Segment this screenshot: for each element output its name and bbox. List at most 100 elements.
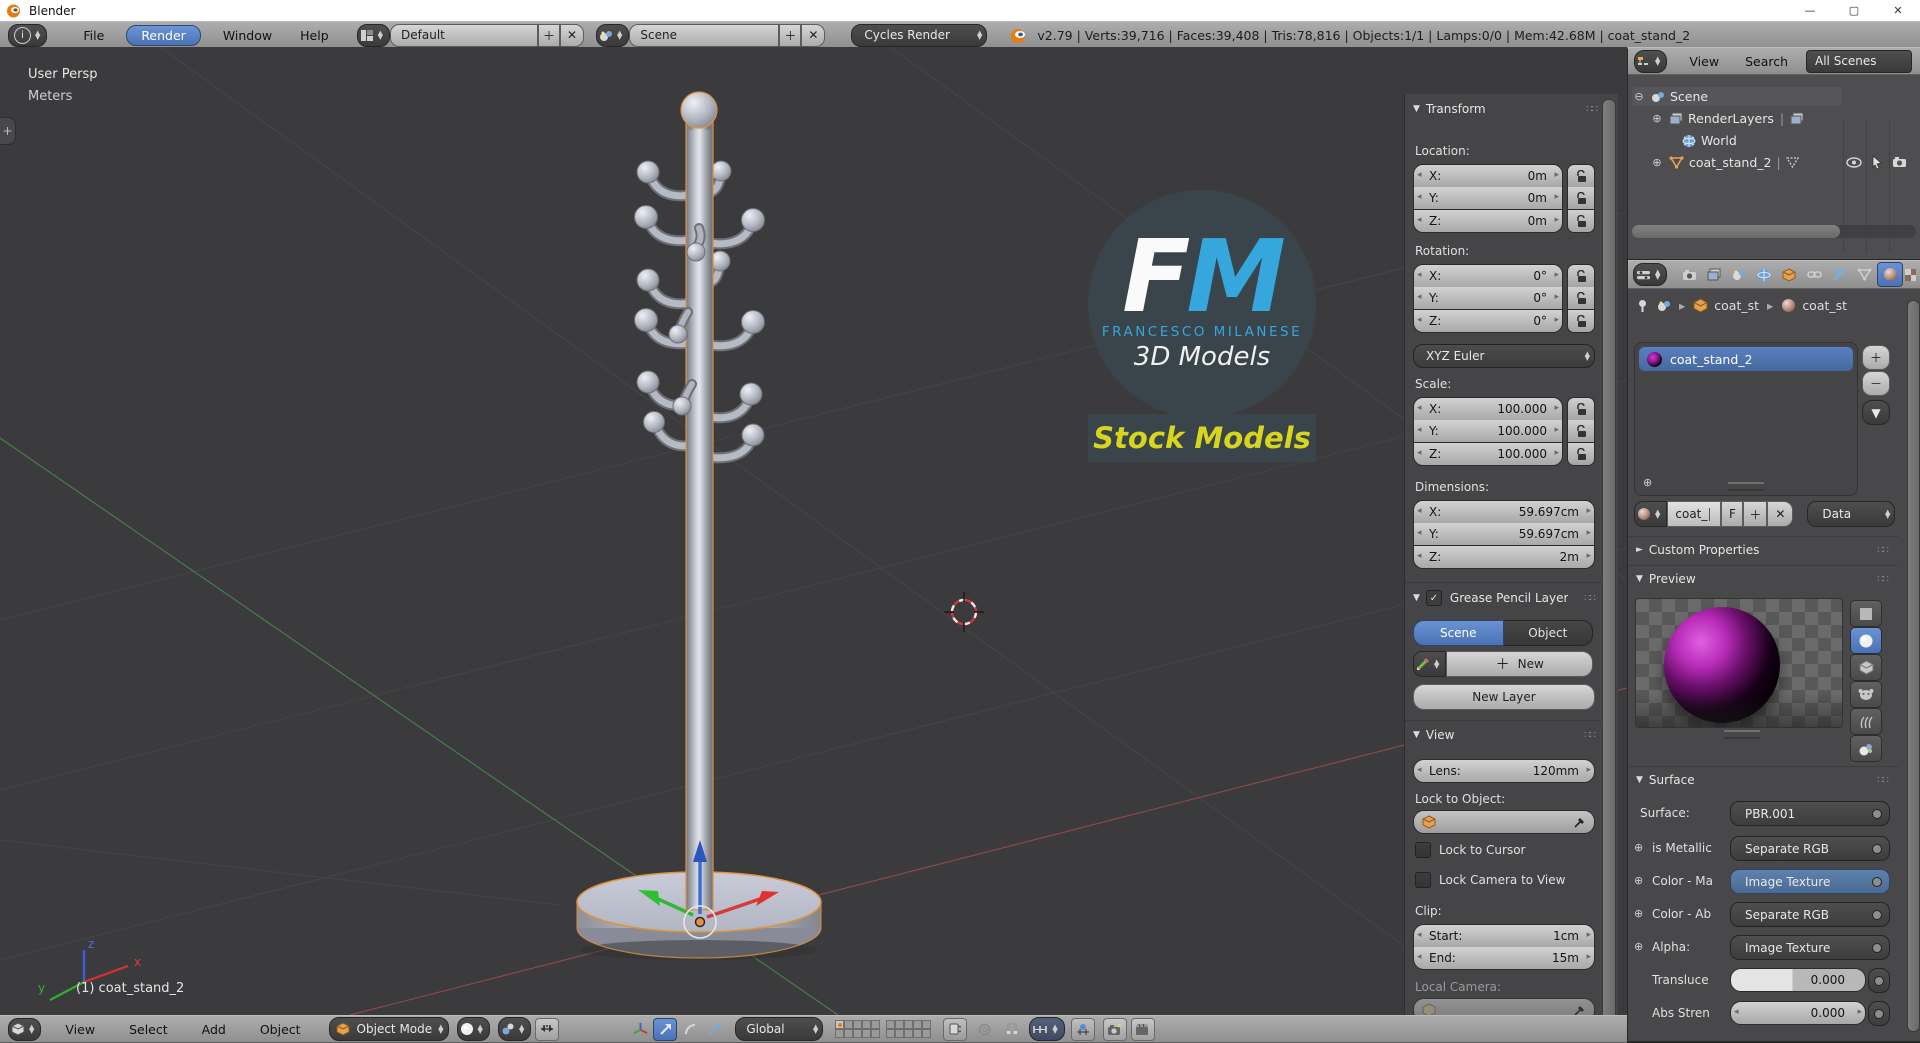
gpencil-datablock-select[interactable]: ▲ ▼ (1413, 651, 1447, 677)
outliner-item-renderlayers[interactable]: ⊕ RenderLayers | (1650, 109, 1842, 128)
panel-header-custom-properties[interactable]: ► Custom Properties ∷∷ (1636, 543, 1894, 557)
selectability-cursor-icon[interactable] (1871, 155, 1883, 169)
viewport-menu-add[interactable]: Add (196, 1022, 232, 1037)
panel-header-surface[interactable]: ▼ Surface ∷∷ (1636, 773, 1894, 787)
lens-field[interactable]: ◂ Lens: 120mm ▸ (1413, 759, 1595, 783)
lock-to-cursor-row[interactable]: Lock to Cursor (1415, 842, 1525, 858)
snap-target-button[interactable] (1070, 1017, 1095, 1041)
outliner-scrollbar[interactable] (1632, 225, 1916, 238)
gpencil-scene-tab[interactable]: Scene (1413, 620, 1504, 646)
preview-sphere-button[interactable] (1850, 627, 1882, 654)
layout-name-field[interactable]: Default (390, 23, 539, 47)
lock-camera-checkbox[interactable] (1415, 872, 1431, 888)
lock-rotation-z-button[interactable] (1567, 310, 1595, 333)
maximize-button[interactable]: ▢ (1832, 1, 1876, 21)
opengl-render-animation-button[interactable] (1130, 1017, 1155, 1041)
mode-select[interactable]: Object Mode ▲ ▼ (328, 1017, 449, 1041)
pivot-point-select[interactable]: ▲ ▼ (497, 1017, 532, 1041)
expand-expander-icon[interactable]: ⊕ (1650, 156, 1664, 169)
pivot-align-toggle[interactable] (535, 1017, 560, 1041)
manipulator-scale-button[interactable] (703, 1019, 725, 1040)
menu-help[interactable]: Help (294, 28, 335, 43)
minimize-button[interactable]: — (1788, 1, 1832, 21)
scale-x-field[interactable]: ◂ X: 100.000 ▸ (1413, 397, 1563, 421)
preview-cube-button[interactable] (1850, 654, 1882, 681)
mesh-data-icon[interactable] (1785, 157, 1799, 168)
new-layer-button[interactable]: New Layer (1413, 684, 1595, 710)
viewport-menu-object[interactable]: Object (254, 1022, 307, 1037)
layers-group-1[interactable] (835, 1020, 881, 1038)
layers-group-2[interactable] (886, 1020, 932, 1038)
viewport-canvas[interactable]: z x y (0, 47, 1627, 1015)
panel-header-grease-pencil[interactable]: ▼ ✓ Grease Pencil Layer ∷∷ (1413, 590, 1601, 606)
lock-to-cursor-checkbox[interactable] (1415, 842, 1431, 858)
node-socket-icon[interactable] (1872, 808, 1882, 819)
scene-delete-button[interactable]: ✕ (801, 23, 826, 47)
material-slot-remove-button[interactable]: － (1862, 371, 1890, 396)
npanel-scrollbar[interactable] (1602, 99, 1616, 1015)
scene-icon[interactable] (1657, 299, 1671, 312)
outliner-item-world[interactable]: World (1668, 131, 1842, 150)
outliner-menu-search[interactable]: Search (1739, 54, 1794, 69)
preview-flat-button[interactable] (1850, 600, 1882, 627)
lock-to-scene-toggle[interactable] (943, 1017, 968, 1041)
expand-socket-icon[interactable]: ⊕ (1634, 907, 1643, 920)
layout-delete-button[interactable]: ✕ (560, 23, 585, 47)
properties-scrollbar[interactable] (1907, 300, 1920, 1032)
manipulator-axis-button[interactable] (629, 1019, 651, 1040)
outliner-item-coat-stand[interactable]: ⊕ coat_stand_2 | (1650, 153, 1842, 172)
lock-scale-z-button[interactable] (1567, 443, 1595, 466)
renderlayers-data-icon[interactable] (1790, 112, 1804, 125)
manipulator-translate-button[interactable] (653, 1017, 678, 1041)
dimension-x-field[interactable]: ◂ X: 59.697cm ▸ (1413, 500, 1595, 524)
scale-z-field[interactable]: ◂ Z: 100.000 ▸ (1413, 443, 1563, 466)
layout-add-button[interactable]: ＋ (538, 23, 561, 47)
manipulator-rotate-button[interactable] (679, 1019, 701, 1040)
tab-world[interactable] (1752, 263, 1776, 286)
viewport-menu-view[interactable]: View (59, 1022, 101, 1037)
preview-world-sphere-button[interactable] (1850, 735, 1882, 762)
layout-selector-icon-button[interactable]: ▲ ▼ (356, 23, 391, 47)
panel-header-transform[interactable]: ▼ Transform ∷∷ (1413, 102, 1603, 116)
translucency-socket-button[interactable] (1868, 968, 1890, 993)
collapse-expander-icon[interactable]: ⊖ (1632, 90, 1646, 103)
is-metallic-select[interactable]: Separate RGB (1730, 836, 1890, 861)
lock-location-z-button[interactable] (1567, 210, 1595, 233)
scale-y-field[interactable]: ◂ Y: 100.000 ▸ (1413, 420, 1563, 443)
grease-pencil-checkbox[interactable]: ✓ (1425, 590, 1442, 606)
coat-stand-model[interactable] (576, 91, 822, 960)
object-cube-icon[interactable] (1693, 298, 1708, 313)
viewport-editor-select[interactable]: ▲ ▼ (8, 1017, 42, 1041)
eyedropper-icon[interactable] (1573, 816, 1586, 829)
material-slot-list[interactable]: coat_stand_2 ⊕ (1634, 342, 1858, 496)
material-new-button[interactable]: ＋ (1743, 501, 1768, 527)
location-x-field[interactable]: ◂ X: 0m ▸ (1413, 164, 1563, 188)
lock-rotation-y-button[interactable] (1567, 287, 1595, 310)
location-y-field[interactable]: ◂ Y: 0m ▸ (1413, 187, 1563, 210)
menu-render[interactable]: Render (126, 24, 201, 46)
toolshelf-expand-tab[interactable]: + (0, 117, 16, 145)
breadcrumb-object[interactable]: coat_st (1714, 298, 1759, 313)
preview-resize-handle[interactable] (1724, 730, 1760, 739)
tab-modifiers[interactable] (1827, 263, 1851, 286)
rotation-y-field[interactable]: ◂ Y: 0° ▸ (1413, 287, 1563, 310)
tab-material[interactable] (1877, 262, 1904, 287)
lock-to-object-field[interactable] (1413, 810, 1595, 834)
material-browse-select[interactable]: ▲ ▼ (1634, 501, 1668, 527)
rotation-z-field[interactable]: ◂ Z: 0° ▸ (1413, 310, 1563, 333)
color-ab-select[interactable]: Separate RGB (1730, 902, 1890, 927)
color-ma-select[interactable]: Image Texture (1730, 869, 1890, 894)
visibility-eye-icon[interactable] (1846, 157, 1862, 168)
tab-scene[interactable] (1727, 263, 1751, 286)
lock-rotation-x-button[interactable] (1567, 264, 1595, 288)
expand-expander-icon[interactable]: ⊕ (1650, 112, 1664, 125)
3d-viewport[interactable]: z x y User Persp Meters (1) coat_stand_2… (0, 47, 1627, 1015)
abs-strength-socket-button[interactable] (1868, 1001, 1890, 1026)
outliner-item-scene[interactable]: ⊖ Scene (1632, 87, 1842, 106)
menu-file[interactable]: File (77, 28, 110, 43)
list-resize-handle[interactable] (1728, 482, 1764, 491)
lock-location-y-button[interactable] (1567, 187, 1595, 210)
datablock-mode-select[interactable]: Data ▲ ▼ (1807, 501, 1896, 527)
local-camera-field[interactable] (1413, 998, 1595, 1015)
material-unlink-button[interactable]: ✕ (1767, 501, 1794, 527)
